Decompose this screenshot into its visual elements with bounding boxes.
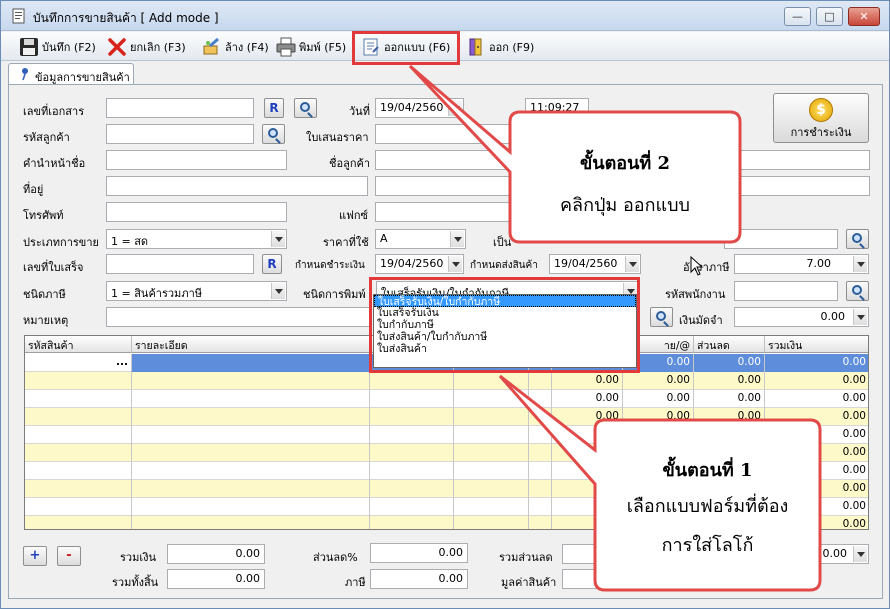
step1-title: ขั้นตอนที่ 1 [662,460,753,481]
step1-line2: การใส่โลโก้ [661,535,754,556]
step2-title: ขั้นตอนที่ 2 [579,153,671,174]
step2-text: คลิกปุ่ม ออกแบบ [560,195,690,216]
mouse-cursor-icon [690,256,704,276]
step1-line1: เลือกแบบฟอร์มที่ต้อง [626,496,789,517]
